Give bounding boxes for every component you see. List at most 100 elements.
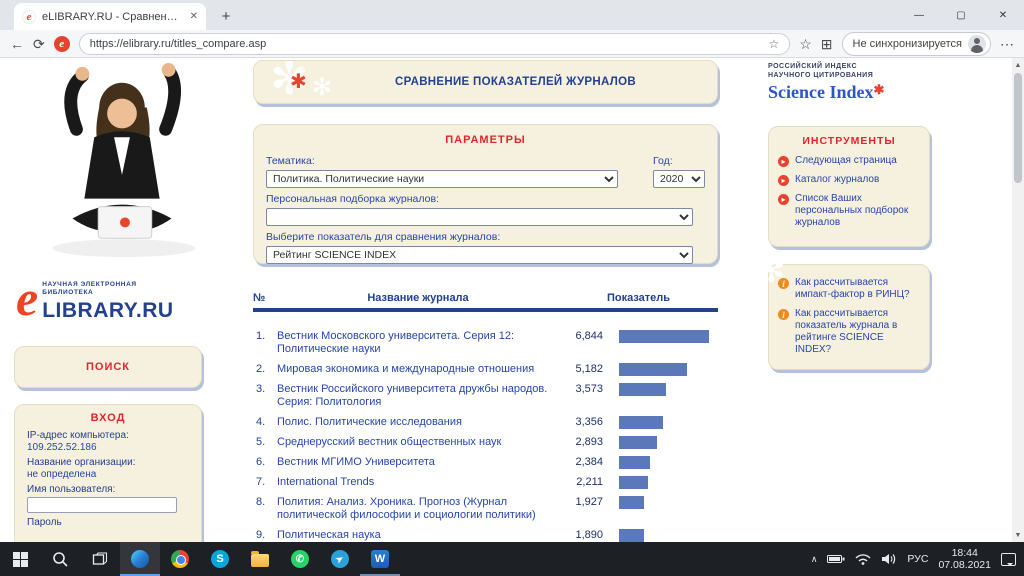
journal-title-link[interactable]: Среднерусский вестник общественных наук — [277, 436, 559, 449]
col-title-header: Название журнала — [277, 292, 559, 304]
row-value: 6,844 — [559, 330, 613, 342]
wifi-icon[interactable] — [855, 553, 871, 565]
settings-menu-icon[interactable]: ⋯ — [1000, 37, 1014, 51]
red-asterisk-icon: ✱ — [874, 82, 885, 97]
taskbar-search-button[interactable] — [40, 542, 80, 576]
tool-link[interactable]: Список Ваших персональных подборок журна… — [795, 193, 920, 229]
row-bar-cell — [613, 476, 718, 489]
minimize-button[interactable]: — — [898, 0, 940, 30]
refresh-button[interactable]: ⟳ — [33, 37, 45, 51]
help-item[interactable]: Как рассчитывается импакт-фактор в РИНЦ? — [778, 277, 920, 301]
row-bar-cell — [613, 436, 718, 449]
scroll-up-icon[interactable]: ▲ — [1012, 58, 1024, 72]
help-link[interactable]: Как рассчитывается импакт-фактор в РИНЦ? — [795, 277, 920, 301]
taskbar-explorer-button[interactable] — [240, 542, 280, 576]
search-panel[interactable]: ПОИСК — [14, 346, 202, 388]
indicator-select[interactable]: Рейтинг SCIENCE INDEX — [266, 246, 693, 264]
taskbar-edge-button[interactable] — [120, 542, 160, 576]
journal-title-link[interactable]: Вестник МГИМО Университета — [277, 456, 559, 469]
journal-title-link[interactable]: Политическая наука — [277, 529, 559, 542]
row-bar-cell — [613, 330, 718, 343]
tool-item[interactable]: Список Ваших персональных подборок журна… — [778, 193, 920, 229]
profile-status-label: Не синхронизируется — [853, 38, 962, 50]
back-button[interactable]: ← — [10, 37, 24, 51]
scroll-down-icon[interactable]: ▼ — [1012, 528, 1024, 542]
taskbar-telegram-button[interactable] — [320, 542, 360, 576]
favorites-star-icon[interactable]: ☆ — [768, 37, 779, 51]
row-value: 2,893 — [559, 436, 613, 448]
start-button[interactable] — [0, 542, 40, 576]
browser-chrome: e eLIBRARY.RU - Сравнение биб... ✕ + — ▢… — [0, 0, 1024, 58]
row-rank: 2. — [253, 363, 277, 375]
row-bar — [619, 416, 663, 429]
taskbar-whatsapp-button[interactable]: ✆ — [280, 542, 320, 576]
collection-select[interactable] — [266, 208, 693, 226]
close-button[interactable]: ✕ — [982, 0, 1024, 30]
elibrary-logo-e: e — [16, 278, 38, 318]
new-tab-button[interactable]: + — [216, 8, 236, 25]
collections-icon[interactable]: ⊞ — [821, 37, 833, 51]
row-bar-cell — [613, 456, 718, 469]
tab-close-icon[interactable]: ✕ — [190, 11, 198, 22]
vertical-scrollbar[interactable]: ▲ ▼ — [1012, 58, 1024, 542]
help-item[interactable]: Как рассчитывается показатель журнала в … — [778, 308, 920, 356]
info-bullet-icon — [778, 309, 789, 320]
row-bar-cell — [613, 529, 718, 542]
rsci-caption-line2: НАУЧНОГО ЦИТИРОВАНИЯ — [768, 71, 934, 80]
action-center-icon[interactable] — [1001, 553, 1016, 566]
address-bar[interactable]: https://elibrary.ru/titles_compare.asp ☆ — [79, 33, 790, 55]
tool-item[interactable]: Каталог журналов — [778, 174, 920, 186]
help-link[interactable]: Как рассчитывается показатель журнала в … — [795, 308, 920, 356]
username-field[interactable] — [27, 497, 177, 513]
task-view-button[interactable] — [80, 542, 120, 576]
clock[interactable]: 18:44 07.08.2021 — [938, 547, 991, 571]
row-value: 3,356 — [559, 416, 613, 428]
org-label: Название организации: — [27, 457, 189, 468]
tool-link[interactable]: Следующая страница — [795, 155, 897, 167]
clock-date: 07.08.2021 — [938, 559, 991, 571]
journal-title-link[interactable]: Полития: Анализ. Хроника. Прогноз (Журна… — [277, 496, 559, 522]
tools-panel: ИНСТРУМЕНТЫ Следующая страница Каталог ж… — [768, 126, 930, 247]
navigation-bar: ← ⟳ e https://elibrary.ru/titles_compare… — [0, 30, 1024, 58]
scrollbar-thumb[interactable] — [1014, 73, 1022, 183]
collection-label: Персональная подборка журналов: — [266, 193, 705, 205]
folder-icon — [251, 554, 269, 567]
volume-icon[interactable] — [881, 553, 897, 565]
journal-title-link[interactable]: Вестник Российского университета дружбы … — [277, 383, 559, 409]
edge-icon — [131, 550, 149, 568]
row-value: 3,573 — [559, 383, 613, 395]
row-bar — [619, 363, 687, 376]
favorites-toolbar-icon[interactable]: ☆ — [799, 37, 812, 51]
taskbar-word-button[interactable]: W — [360, 542, 400, 576]
site-logo-icon: e — [54, 36, 70, 52]
journal-title-link[interactable]: Вестник Московского университета. Серия … — [277, 330, 559, 356]
row-bar-cell — [613, 496, 718, 509]
browser-tab[interactable]: e eLIBRARY.RU - Сравнение биб... ✕ — [14, 3, 206, 30]
journal-title-link[interactable]: Полис. Политические исследования — [277, 416, 559, 429]
arrow-bullet-icon — [778, 156, 789, 167]
skype-icon: S — [211, 550, 229, 568]
journal-title-link[interactable]: Мировая экономика и международные отноше… — [277, 363, 559, 376]
tray-chevron-icon[interactable]: ∧ — [811, 554, 818, 565]
topic-select[interactable]: Политика. Политические науки — [266, 170, 618, 188]
language-indicator[interactable]: РУС — [907, 553, 928, 565]
maximize-button[interactable]: ▢ — [940, 0, 982, 30]
profile-button[interactable]: Не синхронизируется — [842, 32, 991, 56]
year-select[interactable]: 2020 — [653, 170, 705, 188]
journal-title-link[interactable]: International Trends — [277, 476, 559, 489]
profile-avatar — [968, 35, 986, 53]
journals-table: № Название журнала Показатель 1. Вестник… — [253, 292, 718, 542]
table-row: 4. Полис. Политические исследования 3,35… — [253, 412, 718, 432]
battery-icon[interactable] — [827, 554, 845, 564]
row-rank: 3. — [253, 383, 277, 395]
red-asterisk-icon: ✱ — [290, 69, 307, 94]
taskbar-chrome-button[interactable] — [160, 542, 200, 576]
row-bar — [619, 496, 644, 509]
row-bar — [619, 436, 657, 449]
tool-item[interactable]: Следующая страница — [778, 155, 920, 167]
taskbar-skype-button[interactable]: S — [200, 542, 240, 576]
elibrary-logo[interactable]: e НАУЧНАЯ ЭЛЕКТРОННАЯ БИБЛИОТЕКА LIBRARY… — [16, 278, 221, 323]
row-bar — [619, 330, 709, 343]
table-row: 5. Среднерусский вестник общественных на… — [253, 432, 718, 452]
tool-link[interactable]: Каталог журналов — [795, 174, 879, 186]
